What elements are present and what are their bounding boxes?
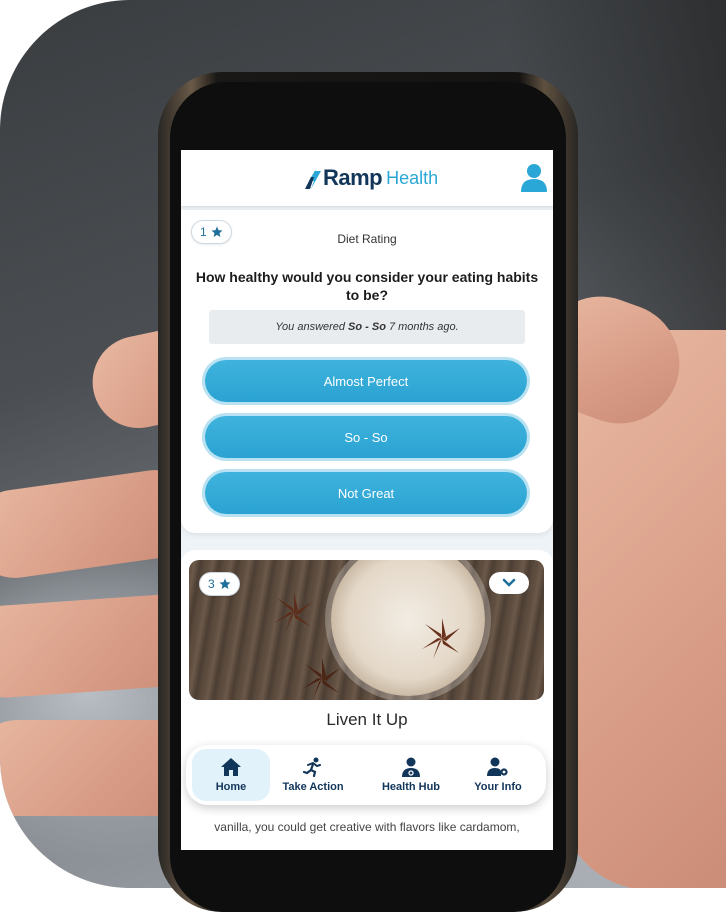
running-icon [302,757,321,777]
star-anise [422,618,460,659]
diet-rating-card: 1 Diet Rating How healthy would you cons… [181,210,553,533]
content-body-text: vanilla, you could get creative with fla… [214,820,520,834]
chevron-down-icon [502,578,516,587]
points-value: 3 [208,577,215,591]
star-anise [274,592,312,633]
previous-answer-note: You answered So - So 7 months ago. [209,310,525,344]
nav-health-hub[interactable]: Health Hub [372,749,450,801]
hero-image: 3 [189,560,544,700]
question-text: How healthy would you consider your eati… [195,269,539,303]
logo-mark-icon [305,167,321,189]
bottom-navigation: Home Take Action Health Hub Your Info [186,745,546,805]
answered-prefix: You answered [275,321,346,333]
brand-name-secondary: Health [386,167,439,188]
user-settings-icon [487,757,508,776]
nav-home[interactable]: Home [192,749,270,801]
nav-label: Health Hub [381,781,441,793]
home-icon [221,758,241,776]
choice-not-great-button[interactable]: Not Great [205,472,527,514]
content-card: 3 Liven It Up vanilla, you could get cre… [181,550,553,850]
question-category: Diet Rating [337,232,397,246]
nav-your-info[interactable]: Your Info [458,749,538,801]
nav-label: Take Action [282,781,344,793]
points-badge: 3 [199,572,240,596]
star-anise [302,658,340,699]
brand-name-primary: Ramp [323,165,383,190]
nav-label: Home [215,781,247,793]
doctor-icon [402,757,420,777]
user-icon[interactable] [519,162,549,192]
nav-label: Your Info [474,781,522,793]
answered-value: So - So [348,321,386,333]
content-title: Liven It Up [326,710,408,729]
choice-so-so-button[interactable]: So - So [205,416,527,458]
answered-suffix: 7 months ago. [388,321,459,333]
app-header: Ramp Health [181,150,553,206]
choice-almost-perfect-button[interactable]: Almost Perfect [205,360,527,402]
expand-card-button[interactable] [489,572,529,594]
nav-take-action[interactable]: Take Action [274,749,352,801]
ramp-health-logo[interactable]: Ramp Health [305,164,438,192]
star-icon [219,578,231,589]
